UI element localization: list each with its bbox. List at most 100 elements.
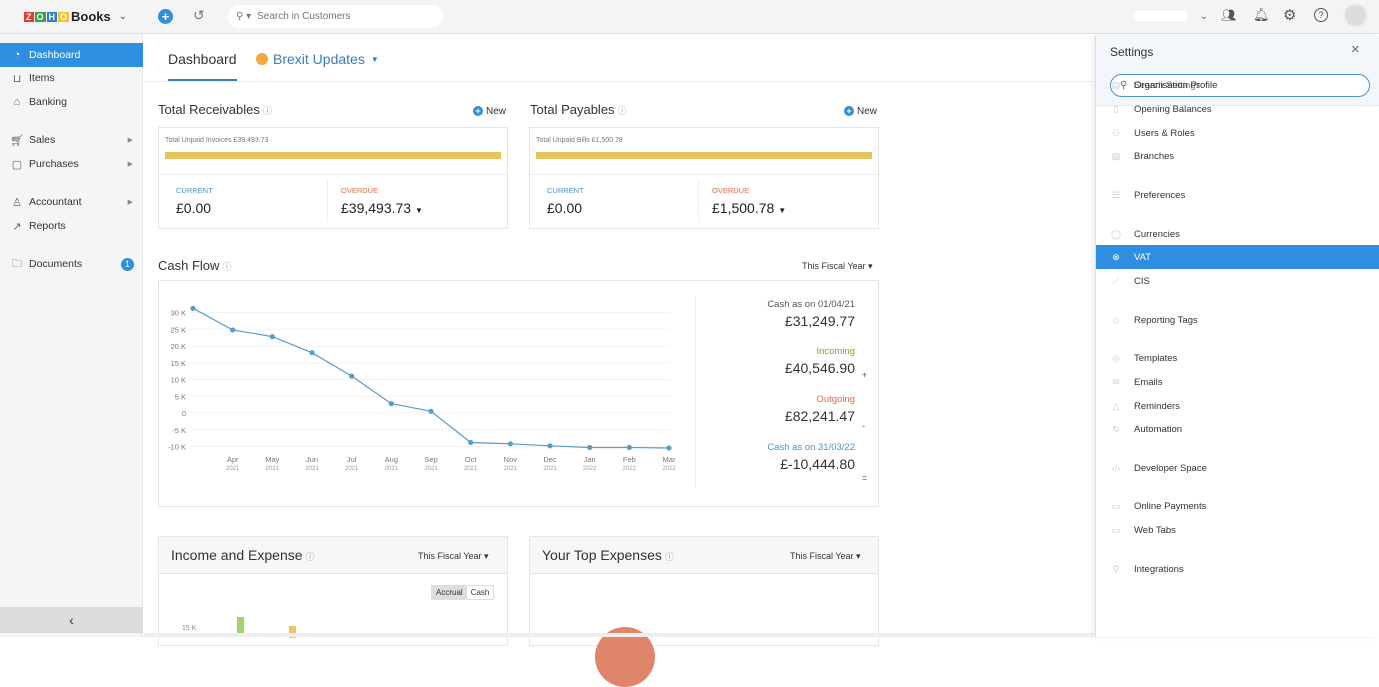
data-point[interactable] xyxy=(587,444,593,451)
close-icon[interactable]: × xyxy=(1351,41,1360,58)
settings-item-organisation-profile[interactable]: ▤ Organisation Profile xyxy=(1096,73,1379,97)
settings-item-online-payments[interactable]: ▭ Online Payments xyxy=(1096,494,1379,518)
x-tick-year: 2021 xyxy=(424,466,438,472)
x-tick-year: 2022 xyxy=(583,466,597,472)
data-point[interactable] xyxy=(547,443,553,449)
settings-item-preferences[interactable]: ☰ Preferences xyxy=(1096,183,1379,207)
data-point[interactable] xyxy=(507,441,513,447)
settings-item-vat[interactable]: ⊗ VAT xyxy=(1096,245,1379,269)
ledger-icon: ▯ xyxy=(1113,103,1119,114)
settings-item-label: Reminders xyxy=(1134,400,1180,412)
settings-item-label: Users & Roles xyxy=(1134,127,1195,139)
data-point[interactable] xyxy=(468,439,474,446)
top-expenses-title: Your Top Expenses ⓘ xyxy=(542,547,674,563)
y-tick-label: -5 K xyxy=(172,426,186,435)
help-icon[interactable]: ⓘ xyxy=(665,552,674,562)
accrual-toggle[interactable]: Accrual xyxy=(432,586,467,599)
x-tick-year: 2021 xyxy=(266,466,280,472)
data-point[interactable] xyxy=(190,305,196,311)
settings-item-web-tabs[interactable]: ▭ Web Tabs xyxy=(1096,518,1379,542)
settings-item-branches[interactable]: ▧ Branches xyxy=(1096,144,1379,168)
cashflow-chart: 30 K 25 K 20 K 15 K 10 K 5 K 0 -5 K -10 K Apr 2021… xyxy=(168,305,676,472)
x-tick-month: Jun xyxy=(306,455,318,464)
email-icon: ✉ xyxy=(1112,376,1120,387)
x-tick-year: 2021 xyxy=(385,466,399,472)
settings-item-opening-balances[interactable]: ▯ Opening Balances xyxy=(1096,97,1379,121)
bell-icon[interactable]: 🔔︎ xyxy=(1253,7,1270,23)
outgoing-label: Outgoing xyxy=(816,394,855,405)
code-icon: ‹/› xyxy=(1111,463,1121,473)
settings-item-label: Preferences xyxy=(1134,189,1186,201)
settings-item-cis[interactable]: ⟋ CIS xyxy=(1096,269,1379,293)
cash-toggle[interactable]: Cash xyxy=(467,586,494,599)
x-tick-month: Mar xyxy=(663,455,676,464)
settings-item-currencies[interactable]: ◯ Currencies xyxy=(1096,222,1379,246)
x-tick-year: 2021 xyxy=(504,466,518,472)
expenses-period-dropdown[interactable]: This Fiscal Year ▾ xyxy=(790,551,861,562)
users-icon[interactable]: 👥︎ xyxy=(1221,8,1236,22)
avatar[interactable] xyxy=(1343,3,1368,28)
minus-sign: - xyxy=(862,421,865,431)
settings-title: Settings xyxy=(1110,45,1154,59)
settings-item-label: Automation xyxy=(1134,423,1183,435)
closing-amount: £-10,444.80 xyxy=(780,456,855,472)
settings-item-developer-space[interactable]: ‹/› Developer Space xyxy=(1096,456,1379,480)
opening-label: Cash as on 01/04/21 xyxy=(767,299,855,310)
y-tick-label: 10 K xyxy=(171,376,186,385)
collapse-sidebar-button[interactable]: ‹ xyxy=(0,607,143,633)
cis-icon: ⟋ xyxy=(1112,275,1120,286)
bell-icon: △ xyxy=(1112,400,1120,411)
settings-item-label: Branches xyxy=(1134,150,1175,162)
x-tick-month: Jul xyxy=(347,455,357,464)
payment-icon: ▭ xyxy=(1111,500,1121,511)
y-tick-label: 0 xyxy=(182,409,186,418)
data-point[interactable] xyxy=(349,373,355,379)
x-tick-year: 2021 xyxy=(305,466,319,472)
settings-item-label: Templates xyxy=(1134,352,1178,364)
x-tick-month: May xyxy=(265,455,279,464)
data-point[interactable] xyxy=(428,408,434,414)
gear-icon[interactable]: ⚙ xyxy=(1283,6,1296,24)
income-period-dropdown[interactable]: This Fiscal Year ▾ xyxy=(418,551,489,562)
vat-icon: ⊗ xyxy=(1112,251,1120,262)
incoming-label: Incoming xyxy=(816,346,855,357)
new-payable-button[interactable]: + New xyxy=(844,106,877,117)
overdue-amount[interactable]: £1,500.78 ▼ xyxy=(712,200,786,216)
help-icon[interactable]: ⓘ xyxy=(306,552,315,562)
settings-item-automation[interactable]: ↻ Automation xyxy=(1096,417,1379,441)
data-point[interactable] xyxy=(269,334,275,340)
income-expense-card: Income and Expense ⓘ This Fiscal Year ▾ A… xyxy=(158,536,508,646)
x-tick-year: 2022 xyxy=(623,466,637,472)
data-point[interactable] xyxy=(230,327,236,333)
settings-item-label: Integrations xyxy=(1134,563,1184,575)
tag-icon: ◇ xyxy=(1112,314,1120,325)
settings-item-label: Online Payments xyxy=(1134,500,1207,512)
x-tick-month: Nov xyxy=(504,455,518,464)
currency-icon: ◯ xyxy=(1110,228,1122,239)
caret-down-icon: ▼ xyxy=(778,206,787,215)
org-switcher[interactable]: ⌄ xyxy=(1128,9,1208,23)
cashflow-period-dropdown[interactable]: This Fiscal Year ▾ xyxy=(802,261,873,272)
outgoing-amount: £82,241.47 xyxy=(784,408,855,424)
data-point[interactable] xyxy=(388,401,394,407)
settings-item-users-roles[interactable]: ⚇ Users & Roles xyxy=(1096,121,1379,145)
data-point[interactable] xyxy=(626,444,632,451)
x-tick-month: Dec xyxy=(543,455,557,464)
settings-item-emails[interactable]: ✉ Emails xyxy=(1096,370,1379,394)
settings-item-label: Currencies xyxy=(1134,228,1180,240)
x-tick-year: 2021 xyxy=(464,466,478,472)
settings-item-label: Developer Space xyxy=(1134,462,1207,474)
data-point[interactable] xyxy=(309,350,315,356)
cashflow-summary: Cash as on 01/04/21 £31,249.77 Incoming … xyxy=(675,299,855,472)
x-tick-month: Apr xyxy=(227,455,239,464)
settings-item-label: Reporting Tags xyxy=(1134,314,1198,326)
settings-item-reminders[interactable]: △ Reminders xyxy=(1096,394,1379,418)
x-tick-month: Jan xyxy=(584,455,596,464)
settings-item-integrations[interactable]: ⚲ Integrations xyxy=(1096,557,1379,581)
data-point[interactable] xyxy=(666,445,672,451)
settings-item-templates[interactable]: ◎ Templates xyxy=(1096,346,1379,370)
settings-item-reporting-tags[interactable]: ◇ Reporting Tags xyxy=(1096,308,1379,332)
help-icon[interactable]: ? xyxy=(1314,8,1328,22)
x-tick-month: Sep xyxy=(424,455,437,464)
settings-item-label: Web Tabs xyxy=(1134,524,1176,536)
